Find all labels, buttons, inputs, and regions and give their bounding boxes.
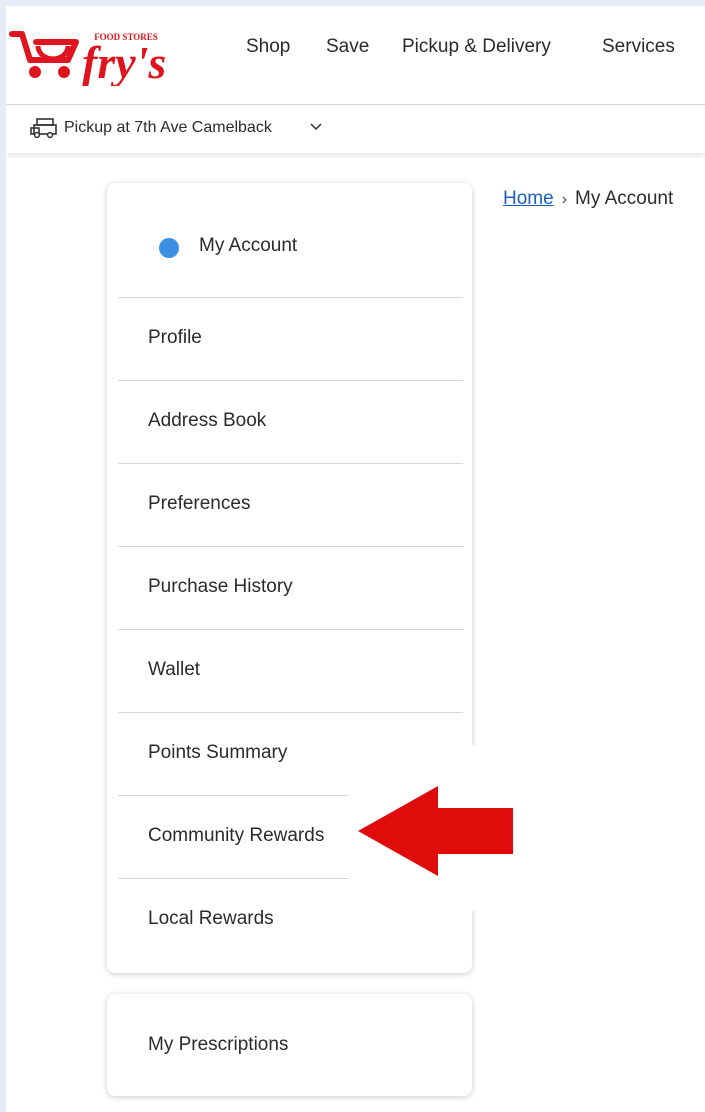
sidebar-item-wallet[interactable]: Wallet — [107, 629, 472, 712]
chevron-right-icon: › — [561, 191, 568, 208]
site-header: FOOD STORES fry's Shop Save Pickup & Del… — [6, 6, 705, 105]
breadcrumb-home-link[interactable]: Home — [503, 188, 554, 209]
sidebar-item-my-prescriptions[interactable]: My Prescriptions — [148, 1034, 288, 1056]
menu-divider — [118, 629, 463, 630]
sidebar-item-label: Local Rewards — [148, 908, 274, 929]
cart-icon — [9, 31, 79, 78]
sidebar-item-address-book[interactable]: Address Book — [107, 380, 472, 463]
sidebar-item-preferences[interactable]: Preferences — [107, 463, 472, 546]
menu-divider — [118, 712, 463, 713]
red-arrow-annotation-icon — [358, 786, 513, 876]
store-selector-bar[interactable]: Pickup at 7th Ave Camelback — [6, 105, 705, 153]
sidebar-item-purchase-history[interactable]: Purchase History — [107, 546, 472, 629]
pickup-store-icon — [30, 118, 57, 139]
breadcrumb: Home › My Account — [503, 188, 673, 210]
account-menu-title: My Account — [199, 235, 298, 256]
sidebar-item-label: Purchase History — [148, 576, 293, 597]
sidebar-item-label: Profile — [148, 327, 202, 348]
menu-divider — [118, 546, 463, 547]
menu-divider — [118, 297, 463, 298]
sidebar-item-label: Address Book — [148, 410, 267, 431]
sidebar-item-label: Community Rewards — [148, 825, 325, 846]
logo-text: fry's — [82, 37, 166, 86]
menu-divider — [118, 463, 463, 464]
menu-divider — [118, 380, 463, 381]
sidebar-item-label: Points Summary — [148, 742, 288, 763]
active-dot-icon — [159, 238, 179, 258]
prescriptions-card[interactable]: My Prescriptions — [107, 994, 472, 1096]
nav-shop[interactable]: Shop — [246, 36, 290, 58]
chevron-down-icon[interactable] — [310, 122, 322, 132]
nav-services[interactable]: Services — [602, 36, 675, 58]
nav-pickup-delivery[interactable]: Pickup & Delivery — [402, 36, 551, 58]
account-menu-header[interactable]: My Account — [107, 183, 472, 297]
page-frame: FOOD STORES fry's Shop Save Pickup & Del… — [6, 6, 705, 1112]
sidebar-item-profile[interactable]: Profile — [107, 297, 472, 380]
store-label[interactable]: Pickup at 7th Ave Camelback — [64, 119, 272, 137]
sidebar-item-label: Wallet — [148, 659, 201, 680]
nav-save[interactable]: Save — [326, 36, 369, 58]
breadcrumb-current: My Account — [575, 188, 674, 209]
frys-logo[interactable]: FOOD STORES fry's — [8, 20, 204, 86]
sidebar-item-label: Preferences — [148, 493, 251, 514]
